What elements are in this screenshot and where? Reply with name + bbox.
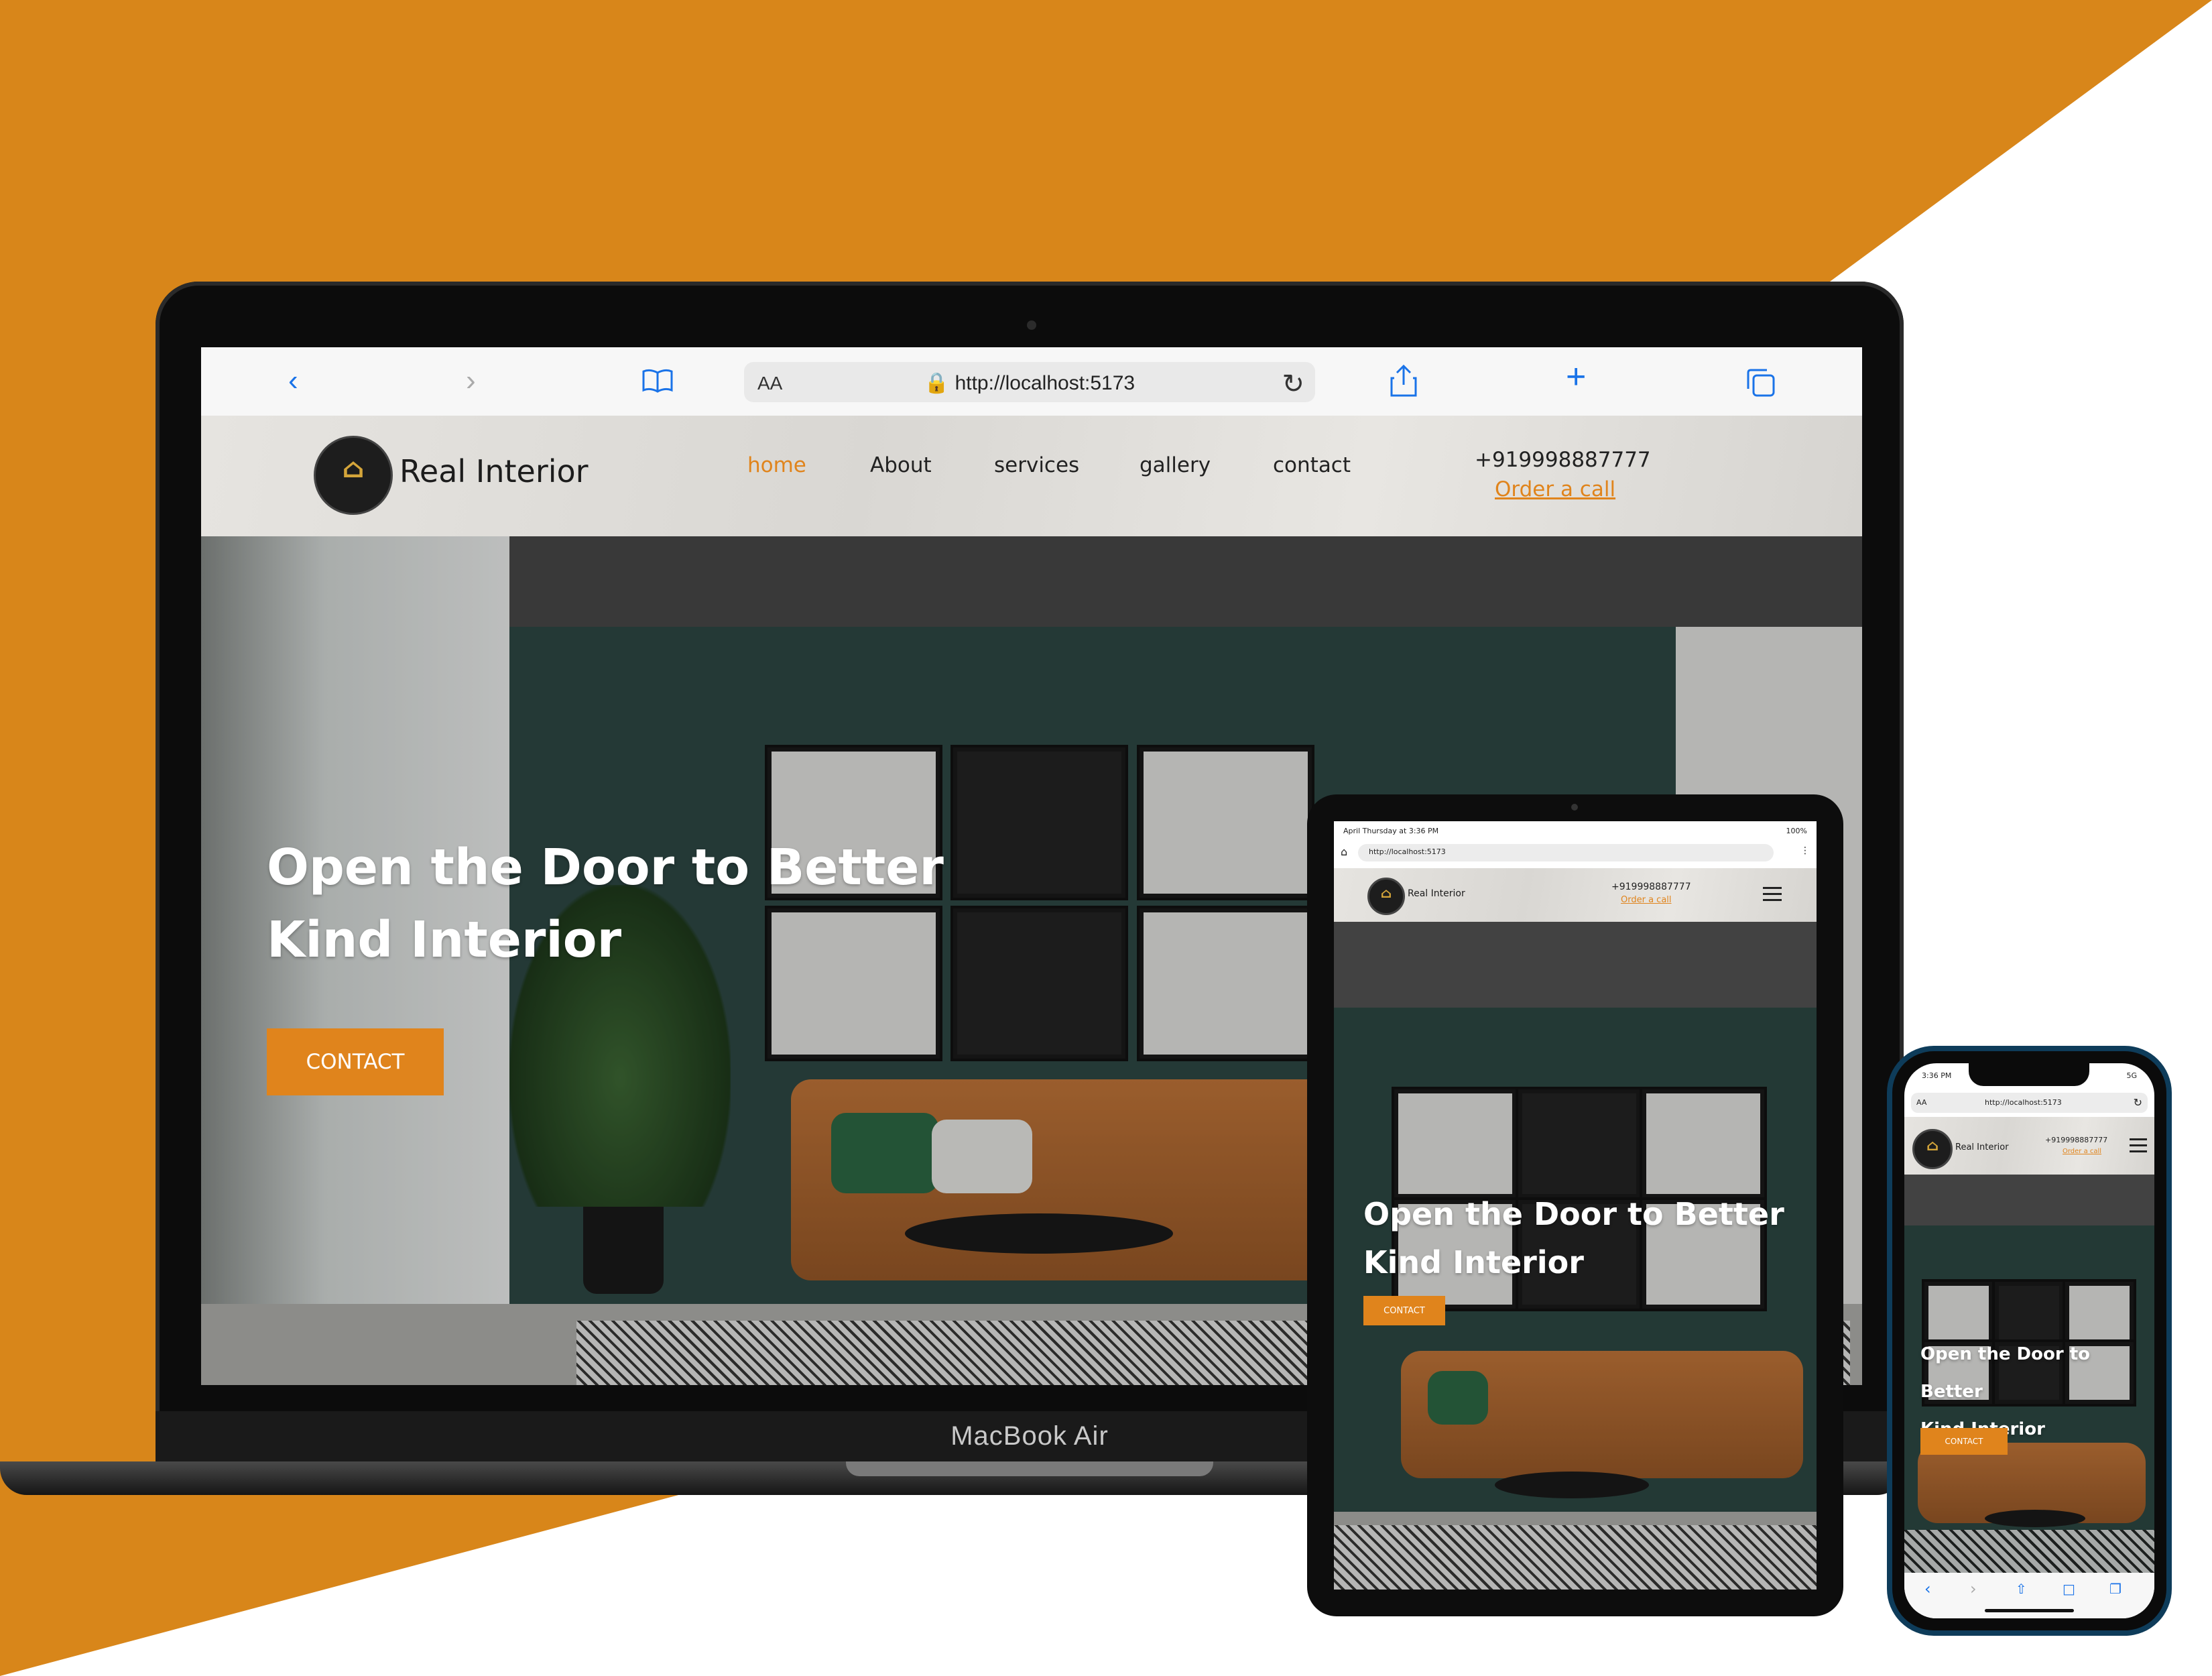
tablet-site-header: ⌂ Real Interior +919998887777 Order a ca…: [1334, 868, 1817, 922]
nav-gallery[interactable]: gallery: [1140, 453, 1211, 477]
phone-status-time: 3:36 PM: [1922, 1071, 1952, 1080]
bookmarks-icon[interactable]: □: [2063, 1581, 2075, 1597]
site-header: ⌂ Real Interior home About services gall…: [201, 416, 1862, 536]
tablet-address-bar[interactable]: http://localhost:5173: [1358, 844, 1774, 861]
hero-title-line2: Kind Interior: [267, 911, 622, 969]
phone-site-header: ⌂ Real Interior +919998887777 Order a ca…: [1904, 1117, 2154, 1175]
phone-screen: 3:36 PM 5G AA http://localhost:5173 ↻ ⌂ …: [1904, 1063, 2154, 1618]
reload-icon[interactable]: ↻: [1282, 369, 1304, 400]
phone-text-size-button[interactable]: AA: [1916, 1098, 1926, 1107]
reload-icon[interactable]: ↻: [2134, 1096, 2142, 1109]
back-icon[interactable]: ‹: [288, 366, 298, 396]
nav-contact[interactable]: contact: [1273, 453, 1351, 477]
phone-url: http://localhost:5173: [1985, 1098, 2062, 1107]
phone-bezel: 3:36 PM 5G AA http://localhost:5173 ↻ ⌂ …: [1892, 1051, 2166, 1630]
tablet-hero-section: Open the Door to Better Kind Interior CO…: [1334, 922, 1817, 1590]
phone-phone-number[interactable]: +919998887777: [2045, 1136, 2107, 1144]
url-text: 🔒 http://localhost:5173: [924, 372, 1135, 394]
bookmarks-icon[interactable]: [641, 367, 674, 394]
logo-house-icon: ⌂: [342, 453, 365, 484]
home-indicator: [1985, 1609, 2074, 1612]
phone-order-call-link[interactable]: Order a call: [2063, 1148, 2101, 1155]
hero-title-line1: Open the Door to Better: [1363, 1196, 1784, 1232]
order-call-link[interactable]: Order a call: [1495, 477, 1615, 501]
nav-home[interactable]: home: [747, 453, 806, 477]
tablet-status-battery: 100%: [1786, 827, 1807, 835]
home-icon[interactable]: ⌂: [1341, 845, 1350, 858]
hamburger-menu-icon[interactable]: [2130, 1138, 2147, 1153]
tablet-device: April Thursday at 3:36 PM 100% ⌂ http://…: [1307, 794, 1843, 1616]
new-tab-icon[interactable]: +: [1566, 359, 1586, 394]
tabs-icon[interactable]: ❐: [2109, 1581, 2122, 1597]
laptop-hinge-notch: [846, 1461, 1213, 1476]
lock-icon: 🔒: [924, 372, 950, 394]
phone-hero-section: Open the Door to Better Kind Interior CO…: [1904, 1175, 2154, 1573]
nav-about[interactable]: About: [870, 453, 932, 477]
laptop-camera: [1027, 320, 1036, 330]
phone-address-bar[interactable]: AA http://localhost:5173 ↻: [1911, 1093, 2148, 1113]
tablet-logo[interactable]: ⌂: [1367, 878, 1405, 915]
hero-title: Open the Door to Better Kind Interior: [267, 831, 944, 976]
tablet-status-time: April Thursday at 3:36 PM: [1343, 827, 1439, 835]
site-title[interactable]: Real Interior: [400, 453, 589, 489]
nav-services[interactable]: services: [994, 453, 1079, 477]
tablet-menu-icon[interactable]: ⋮: [1800, 845, 1810, 856]
share-icon[interactable]: ⇧: [2016, 1581, 2027, 1597]
hero-title-line1: Open the Door to Better: [267, 839, 944, 896]
forward-icon[interactable]: ›: [1970, 1579, 1977, 1598]
browser-toolbar: ‹ › AA 🔒 http://localhost:5173 ↻ +: [201, 347, 1862, 416]
hamburger-menu-icon[interactable]: [1763, 887, 1782, 902]
tablet-url: http://localhost:5173: [1369, 847, 1446, 856]
address-bar[interactable]: AA 🔒 http://localhost:5173 ↻: [744, 362, 1315, 402]
tablet-site-title[interactable]: Real Interior: [1408, 888, 1465, 899]
tabs-icon[interactable]: [1745, 367, 1776, 398]
tablet-screen: April Thursday at 3:36 PM 100% ⌂ http://…: [1334, 821, 1817, 1590]
phone-number[interactable]: +919998887777: [1475, 448, 1651, 472]
phone-status-signal: 5G: [2126, 1071, 2137, 1080]
forward-icon[interactable]: ›: [466, 366, 476, 396]
tablet-hero-title: Open the Door to Better Kind Interior: [1363, 1190, 1784, 1286]
share-icon[interactable]: [1389, 363, 1418, 398]
phone-contact-button[interactable]: CONTACT: [1920, 1428, 2008, 1455]
back-icon[interactable]: ‹: [1924, 1579, 1931, 1598]
phone-bottom-toolbar: ‹ › ⇧ □ ❐: [1904, 1573, 2154, 1618]
phone-site-title[interactable]: Real Interior: [1955, 1142, 2009, 1152]
logo-house-icon: ⌂: [1926, 1137, 1939, 1154]
contact-button[interactable]: CONTACT: [267, 1028, 444, 1095]
logo-house-icon: ⌂: [1380, 885, 1392, 901]
hero-title-line1: Open the Door to Better: [1920, 1344, 2091, 1402]
phone-notch: [1969, 1063, 2089, 1086]
phone-device: 3:36 PM 5G AA http://localhost:5173 ↻ ⌂ …: [1887, 1046, 2172, 1636]
logo[interactable]: ⌂: [314, 436, 393, 515]
tablet-contact-button[interactable]: CONTACT: [1363, 1296, 1445, 1325]
phone-logo[interactable]: ⌂: [1912, 1129, 1953, 1169]
hero-title-line2: Kind Interior: [1363, 1244, 1584, 1280]
tablet-camera: [1571, 804, 1578, 811]
tablet-order-call-link[interactable]: Order a call: [1621, 895, 1672, 905]
tablet-phone-number[interactable]: +919998887777: [1611, 882, 1691, 892]
